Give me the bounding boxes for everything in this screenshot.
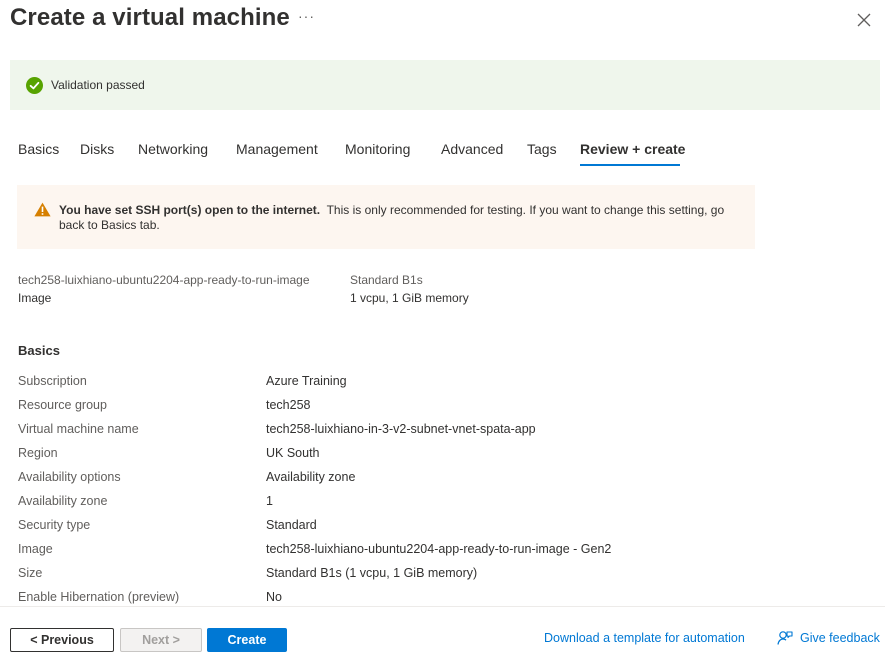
- next-button: Next >: [120, 628, 202, 652]
- detail-key: Subscription: [18, 374, 87, 388]
- tab-advanced[interactable]: Advanced: [441, 141, 503, 157]
- tab-monitoring[interactable]: Monitoring: [345, 141, 410, 157]
- detail-value: tech258-luixhiano-ubuntu2204-app-ready-t…: [266, 542, 612, 556]
- previous-button[interactable]: < Previous: [10, 628, 114, 652]
- warning-text: You have set SSH port(s) open to the int…: [59, 203, 749, 233]
- detail-key: Availability options: [18, 470, 121, 484]
- tab-basics[interactable]: Basics: [18, 141, 59, 157]
- create-button[interactable]: Create: [207, 628, 287, 652]
- detail-key: Region: [18, 446, 58, 460]
- detail-value: UK South: [266, 446, 320, 460]
- detail-key: Resource group: [18, 398, 107, 412]
- tab-review-create[interactable]: Review + create: [580, 141, 685, 157]
- more-options-icon[interactable]: ···: [298, 8, 315, 24]
- summary-size-name: Standard B1s: [350, 273, 423, 287]
- detail-value: No: [266, 590, 282, 604]
- detail-key: Size: [18, 566, 43, 580]
- detail-row-region: Region UK South: [0, 442, 885, 466]
- detail-row-subscription: Subscription Azure Training: [0, 370, 885, 394]
- detail-row-availability-zone: Availability zone 1: [0, 490, 885, 514]
- tab-management[interactable]: Management: [236, 141, 318, 157]
- feedback-icon: [777, 631, 793, 645]
- give-feedback-label: Give feedback: [800, 631, 880, 645]
- detail-row-size: Size Standard B1s (1 vcpu, 1 GiB memory): [0, 562, 885, 586]
- detail-row-image: Image tech258-luixhiano-ubuntu2204-app-r…: [0, 538, 885, 562]
- detail-value: tech258: [266, 398, 311, 412]
- tab-disks[interactable]: Disks: [80, 141, 114, 157]
- ssh-warning-banner: You have set SSH port(s) open to the int…: [17, 185, 755, 249]
- give-feedback-link[interactable]: Give feedback: [777, 629, 880, 647]
- basics-section-title: Basics: [18, 343, 60, 358]
- summary-size-spec: 1 vcpu, 1 GiB memory: [350, 291, 469, 305]
- page-title: Create a virtual machine: [10, 4, 290, 31]
- detail-key: Image: [18, 542, 53, 556]
- detail-value: Standard B1s (1 vcpu, 1 GiB memory): [266, 566, 478, 580]
- blade-header: Create a virtual machine ···: [0, 0, 885, 44]
- tab-networking[interactable]: Networking: [138, 141, 208, 157]
- detail-key: Availability zone: [18, 494, 108, 508]
- detail-key: Security type: [18, 518, 91, 532]
- warning-icon: [34, 202, 51, 217]
- detail-row-resource-group: Resource group tech258: [0, 394, 885, 418]
- detail-value: Availability zone: [266, 470, 356, 484]
- detail-value: 1: [266, 494, 273, 508]
- detail-row-availability-options: Availability options Availability zone: [0, 466, 885, 490]
- download-template-link[interactable]: Download a template for automation: [544, 631, 745, 645]
- summary-image-label: Image: [18, 291, 52, 305]
- detail-key: Virtual machine name: [18, 422, 139, 436]
- detail-key: Enable Hibernation (preview): [18, 590, 180, 604]
- close-icon[interactable]: [854, 10, 874, 30]
- wizard-footer: < Previous Next > Create Download a temp…: [0, 606, 885, 662]
- tab-tags[interactable]: Tags: [527, 141, 557, 157]
- detail-value: tech258-luixhiano-in-3-v2-subnet-vnet-sp…: [266, 422, 536, 436]
- summary-image-name: tech258-luixhiano-ubuntu2204-app-ready-t…: [18, 273, 310, 287]
- detail-row-security-type: Security type Standard: [0, 514, 885, 538]
- detail-row-vm-name: Virtual machine name tech258-luixhiano-i…: [0, 418, 885, 442]
- detail-value: Azure Training: [266, 374, 347, 388]
- active-tab-indicator: [580, 164, 680, 166]
- validation-banner: Validation passed: [10, 60, 880, 110]
- success-check-icon: [26, 77, 43, 94]
- basics-details: Subscription Azure Training Resource gro…: [0, 370, 885, 610]
- wizard-tabs: Basics Disks Networking Management Monit…: [0, 136, 885, 168]
- detail-value: Standard: [266, 518, 317, 532]
- validation-text: Validation passed: [51, 78, 145, 92]
- warning-bold-text: You have set SSH port(s) open to the int…: [59, 203, 321, 217]
